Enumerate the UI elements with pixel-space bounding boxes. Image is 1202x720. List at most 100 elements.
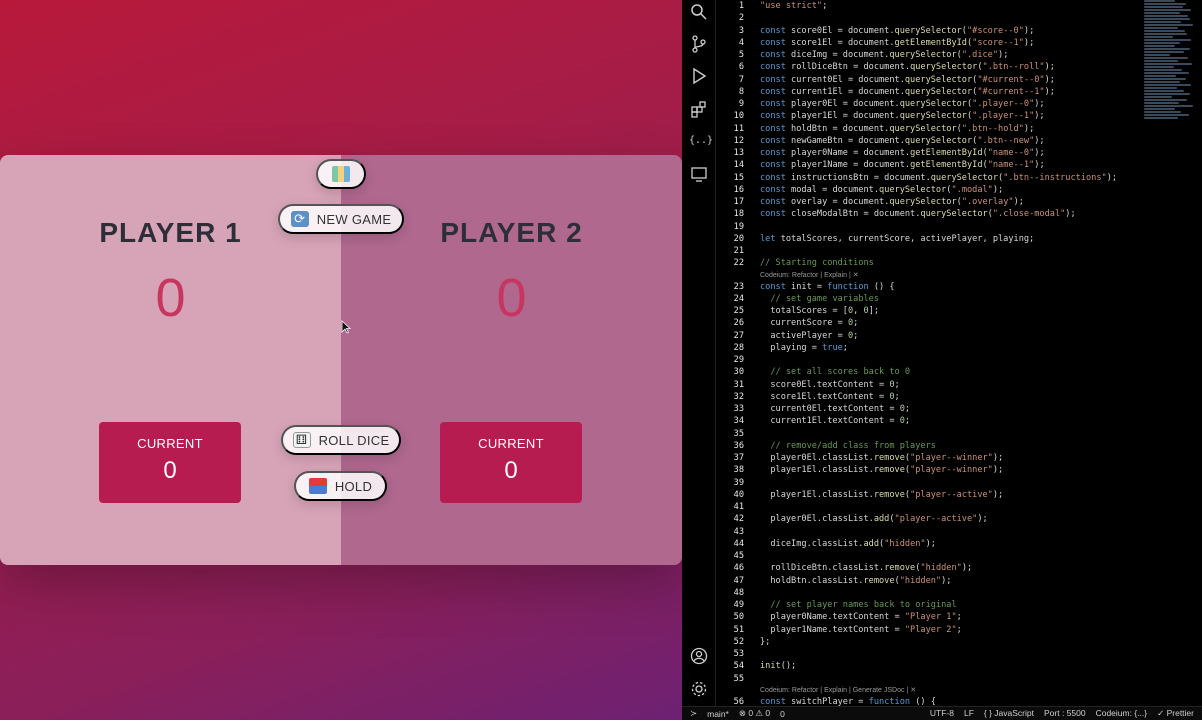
line-number: 32 bbox=[733, 391, 744, 402]
activity-bar: {..} bbox=[682, 0, 716, 706]
line-number: 10 bbox=[733, 111, 744, 122]
prettier-status[interactable]: ✓ Prettier bbox=[1157, 708, 1194, 719]
code-text: player1El.classList.remove("player--winn… bbox=[760, 465, 1004, 476]
new-game-button[interactable]: ⟳ NEW GAME bbox=[278, 204, 404, 234]
language-status[interactable]: { } JavaScript bbox=[984, 708, 1034, 719]
line-number: 16 bbox=[733, 184, 744, 195]
minimap-row bbox=[1144, 21, 1182, 23]
line-number: 48 bbox=[733, 587, 744, 598]
code-line: 50 player0Name.textContent = "Player 1"; bbox=[718, 611, 1202, 623]
code-line: 41 bbox=[718, 501, 1202, 513]
code-text: const player0Name = document.getElementB… bbox=[760, 148, 1045, 159]
code-line: 53 bbox=[718, 648, 1202, 660]
line-number: 2 bbox=[738, 13, 744, 24]
json-icon[interactable]: {..} bbox=[689, 131, 713, 151]
code-line: 9 const player0El = document.querySelecto… bbox=[718, 98, 1202, 110]
line-number: 14 bbox=[733, 160, 744, 171]
branch-status[interactable]: main* bbox=[707, 709, 729, 719]
code-line: 37 player0El.classList.remove("player--w… bbox=[718, 452, 1202, 464]
code-text: const instructionsBtn = document.querySe… bbox=[760, 172, 1118, 183]
code-line: 10 const player1El = document.querySelect… bbox=[718, 110, 1202, 122]
code-area[interactable]: 1 "use strict"; 2 3 const score0El = documen… bbox=[718, 0, 1202, 706]
code-text: holdBtn.classList.remove("hidden"); bbox=[760, 575, 952, 586]
ports-status[interactable]: 0 bbox=[780, 709, 785, 719]
code-text: // set player names back to original bbox=[770, 600, 957, 611]
code-line: 28 playing = true; bbox=[718, 342, 1202, 354]
code-editor: {..} 1 "use strict"; 2 3 const score0El = do… bbox=[682, 0, 1202, 720]
player-1-current-box: CURRENT 0 bbox=[99, 422, 241, 503]
codeium-status[interactable]: Codeium: {...} bbox=[1096, 708, 1148, 719]
code-line: 25 totalScores = [0, 0]; bbox=[718, 305, 1202, 317]
code-line: 13 const player0Name = document.getElemen… bbox=[718, 147, 1202, 159]
code-text: "use strict"; bbox=[760, 1, 828, 12]
minimap-row bbox=[1144, 96, 1173, 98]
player-2-score: 0 bbox=[496, 268, 527, 328]
hold-button[interactable]: HOLD bbox=[294, 471, 387, 501]
code-text: // remove/add class from players bbox=[770, 440, 936, 451]
code-line: 7 const current0El = document.querySelect… bbox=[718, 74, 1202, 86]
code-line: 4 const score1El = document.getElementByI… bbox=[718, 37, 1202, 49]
code-line: 44 diceImg.classList.add("hidden"); bbox=[718, 538, 1202, 550]
codelens-actions[interactable]: Codeium: Refactor | Explain | ✕ bbox=[718, 270, 1202, 281]
line-number: 27 bbox=[733, 330, 744, 341]
code-line: 2 bbox=[718, 12, 1202, 24]
run-debug-icon[interactable] bbox=[689, 66, 709, 86]
line-number: 37 bbox=[733, 453, 744, 464]
line-number: 54 bbox=[733, 661, 744, 672]
code-text: let totalScores, currentScore, activePla… bbox=[760, 233, 1035, 244]
problems-status[interactable]: ⊗ 0 ⚠ 0 bbox=[739, 708, 770, 719]
minimap-row bbox=[1144, 111, 1182, 113]
line-number: 9 bbox=[738, 99, 744, 110]
codelens-actions[interactable]: Codeium: Refactor | Explain | Generate J… bbox=[718, 685, 1202, 696]
minimap-row bbox=[1144, 105, 1193, 107]
line-number: 4 bbox=[738, 37, 744, 48]
code-text: const diceImg = document.querySelector("… bbox=[760, 50, 1009, 61]
code-line: 38 player1El.classList.remove("player--w… bbox=[718, 464, 1202, 476]
line-number: 1 bbox=[738, 1, 744, 12]
line-number: 44 bbox=[733, 538, 744, 549]
player-1-score: 0 bbox=[155, 268, 186, 328]
code-line: 8 const current1El = document.querySelect… bbox=[718, 86, 1202, 98]
code-line: 15 const instructionsBtn = document.query… bbox=[718, 172, 1202, 184]
remote-indicator-icon[interactable]: ≻ bbox=[690, 708, 697, 719]
line-number: 50 bbox=[733, 612, 744, 623]
code-line: 12 const newGameBtn = document.querySelec… bbox=[718, 135, 1202, 147]
line-number: 45 bbox=[733, 551, 744, 562]
code-text: current0El.textContent = 0; bbox=[760, 404, 911, 415]
encoding-status[interactable]: UTF-8 bbox=[930, 708, 954, 719]
code-line: 29 bbox=[718, 354, 1202, 366]
minimap-row bbox=[1144, 15, 1189, 17]
code-text: player0El.classList.remove("player--winn… bbox=[760, 453, 1004, 464]
code-line: 20 let totalScores, currentScore, activeP… bbox=[718, 233, 1202, 245]
remote-explorer-icon[interactable] bbox=[689, 164, 709, 184]
roll-dice-button[interactable]: ⚅ ROLL DICE bbox=[281, 425, 401, 455]
line-number: 17 bbox=[733, 197, 744, 208]
minimap-row bbox=[1144, 0, 1176, 2]
line-number: 18 bbox=[733, 209, 744, 220]
code-text: const holdBtn = document.querySelector("… bbox=[760, 123, 1035, 134]
code-text: const switchPlayer = function () { bbox=[760, 696, 936, 706]
code-line: 46 rollDiceBtn.classList.remove("hidden"… bbox=[718, 562, 1202, 574]
line-number: 35 bbox=[733, 428, 744, 439]
eol-status[interactable]: LF bbox=[964, 708, 974, 719]
minimap-row bbox=[1144, 102, 1180, 104]
source-control-icon[interactable] bbox=[689, 34, 709, 54]
code-line: 49 // set player names back to original bbox=[718, 599, 1202, 611]
code-text: totalScores = [0, 0]; bbox=[760, 306, 880, 317]
instructions-button[interactable] bbox=[316, 159, 366, 189]
code-line: 31 score0El.textContent = 0; bbox=[718, 379, 1202, 391]
account-icon[interactable] bbox=[689, 646, 709, 666]
live-server-port-status[interactable]: Port : 5500 bbox=[1044, 708, 1086, 719]
minimap-row bbox=[1144, 24, 1194, 26]
line-number: 12 bbox=[733, 135, 744, 146]
minimap[interactable] bbox=[1144, 0, 1196, 220]
code-text: player0El.classList.add("player--active"… bbox=[760, 514, 988, 525]
code-line: 54 init(); bbox=[718, 660, 1202, 672]
settings-gear-icon[interactable] bbox=[689, 679, 709, 699]
search-icon[interactable] bbox=[689, 2, 709, 22]
extensions-icon[interactable] bbox=[689, 99, 709, 119]
line-number: 52 bbox=[733, 636, 744, 647]
line-number: 39 bbox=[733, 477, 744, 488]
code-text: score1El.textContent = 0; bbox=[760, 391, 900, 402]
line-number: 38 bbox=[733, 465, 744, 476]
